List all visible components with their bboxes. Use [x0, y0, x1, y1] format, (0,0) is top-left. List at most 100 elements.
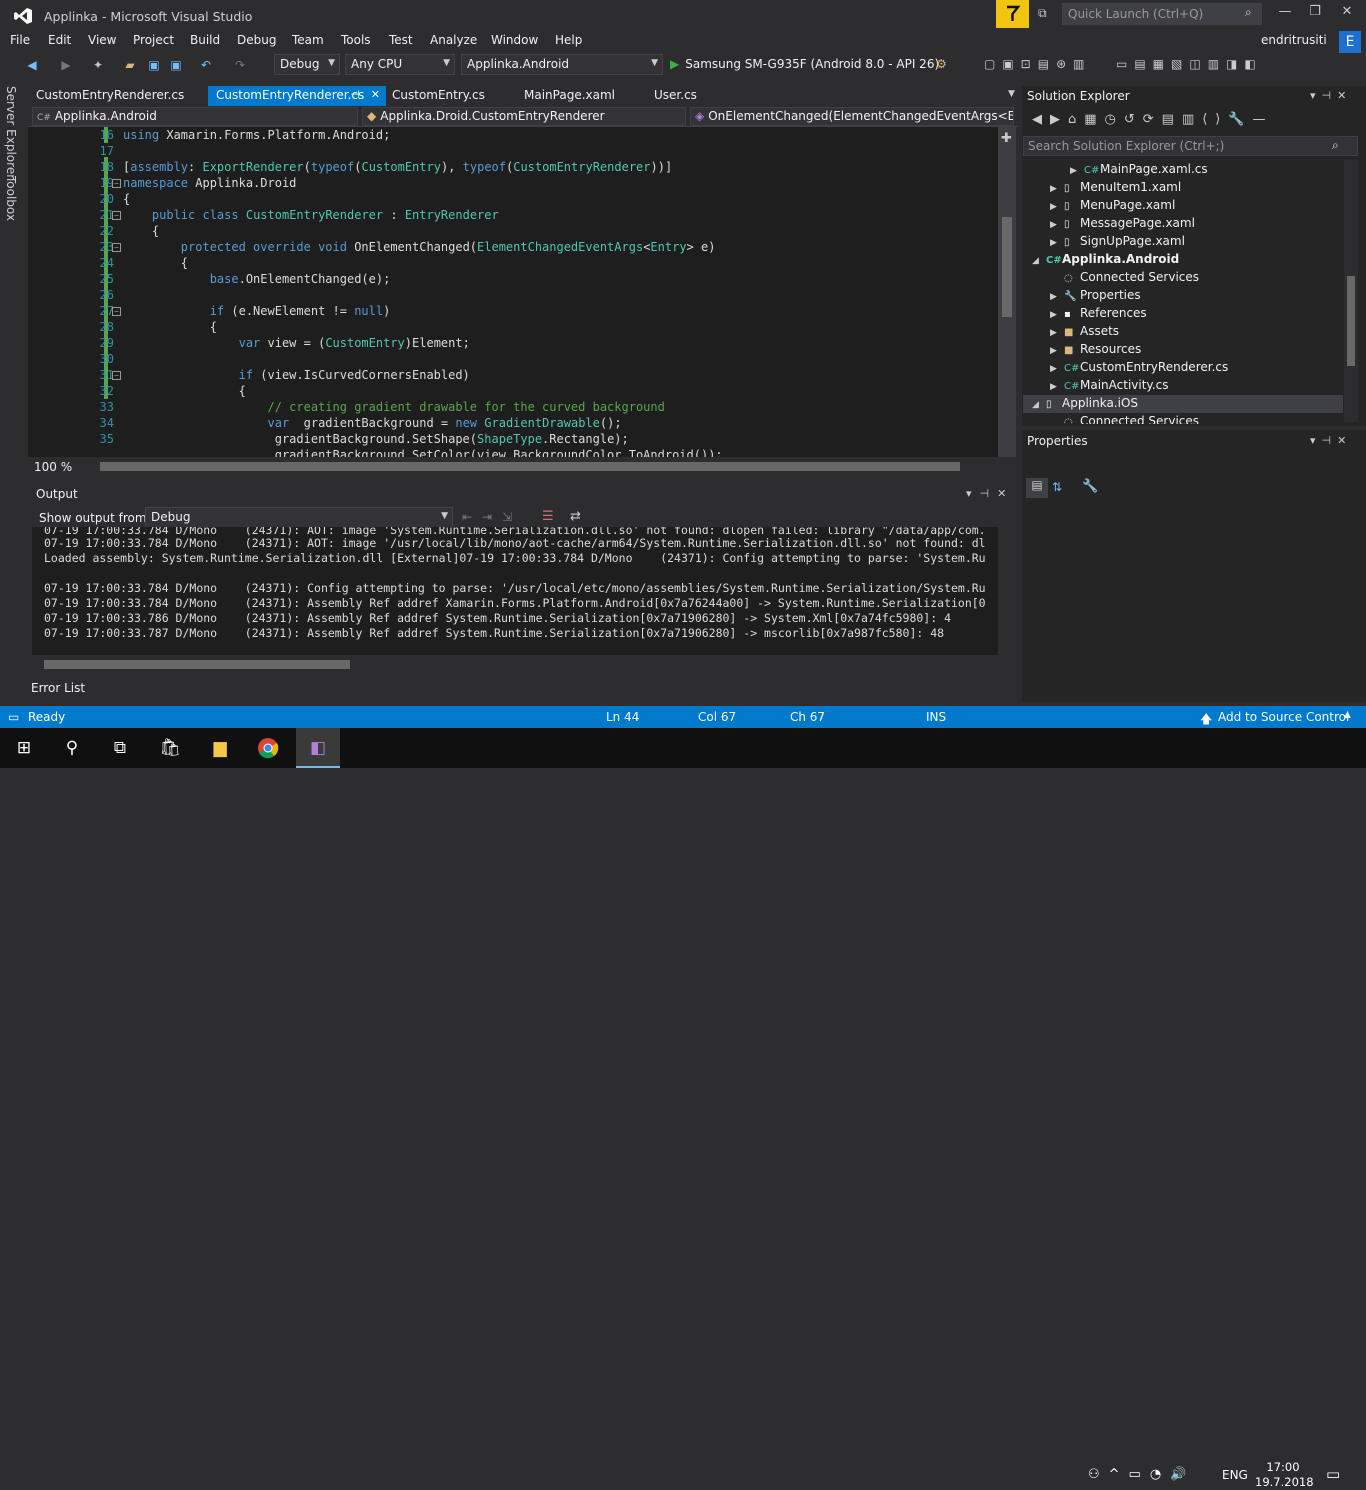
tree-item[interactable]: ▶ ▯ MenuPage.xaml: [1050, 198, 1175, 212]
output-source-dropdown[interactable]: Debug ▼: [145, 507, 453, 528]
deploy-icon[interactable]: ⚙: [936, 57, 947, 71]
task-view-icon[interactable]: ⧉: [106, 734, 134, 762]
pin-icon[interactable]: ⊣: [350, 88, 360, 101]
fold-toggle-icon[interactable]: −: [112, 179, 121, 188]
maximize-button[interactable]: ❐: [1300, 4, 1330, 24]
back-icon[interactable]: ◀: [24, 57, 40, 73]
search-icon[interactable]: ⚲: [58, 734, 86, 762]
tree-item[interactable]: ◌ Connected Services: [1050, 414, 1199, 424]
output-horizontal-scrollbar[interactable]: [44, 660, 350, 669]
expand-arrow-icon[interactable]: ▶: [1050, 364, 1064, 374]
expand-arrow-icon[interactable]: ▶: [1050, 292, 1064, 302]
categorized-icon[interactable]: ▤: [1026, 478, 1048, 498]
device-toolbar-icons[interactable]: ▢▣⊡▤⊛▥: [984, 57, 1091, 71]
tree-item-project[interactable]: ◢ C#Applinka.Android: [1032, 252, 1179, 266]
tab-customentryrenderer-preview[interactable]: CustomEntryRenderer.cs: [28, 86, 192, 106]
expand-arrow-icon[interactable]: ▶: [1050, 238, 1064, 248]
tree-item[interactable]: ▶ C#MainActivity.cs: [1050, 378, 1168, 392]
property-pages-icon[interactable]: 🔧: [1082, 479, 1098, 494]
platform-dropdown[interactable]: Any CPU ▼: [345, 54, 455, 75]
collapse-arrow-icon[interactable]: ◢: [1032, 256, 1046, 266]
open-file-icon[interactable]: ▰: [122, 57, 138, 73]
fold-toggle-icon[interactable]: −: [112, 307, 121, 316]
undo-icon[interactable]: ↶: [198, 57, 214, 73]
tree-item[interactable]: ▶ ▯ MessagePage.xaml: [1050, 216, 1195, 230]
tab-overflow-icon[interactable]: ▼: [1008, 89, 1015, 99]
editor-vertical-scrollbar[interactable]: ✚: [998, 127, 1016, 457]
menu-analyze[interactable]: Analyze: [430, 33, 477, 47]
member-nav-dropdown[interactable]: ◈ OnElementChanged(ElementChangedEventArg…: [690, 107, 1014, 126]
expand-arrow-icon[interactable]: ▶: [1050, 310, 1064, 320]
expand-arrow-icon[interactable]: ▶: [1050, 184, 1064, 194]
expand-arrow-icon[interactable]: ▶: [1070, 166, 1084, 176]
scroll-thumb[interactable]: [1002, 217, 1012, 317]
code-editor[interactable]: 16 using Xamarin.Forms.Platform.Android;…: [28, 127, 998, 457]
action-center-icon[interactable]: ▭: [1326, 1465, 1340, 1483]
tray-icons[interactable]: ⚇^▭◔🔊: [1088, 1467, 1195, 1482]
tree-item[interactable]: ▶ ▪ References: [1050, 306, 1147, 320]
forward-icon[interactable]: ▶: [58, 57, 74, 73]
scroll-thumb[interactable]: [1347, 276, 1355, 366]
file-explorer-icon[interactable]: ▆: [206, 734, 234, 762]
menu-test[interactable]: Test: [389, 33, 413, 47]
search-icon[interactable]: ⌕: [1245, 5, 1252, 20]
class-nav-dropdown[interactable]: ◆ Applinka.Droid.CustomEntryRenderer: [362, 107, 686, 126]
language-indicator[interactable]: ENG: [1222, 1468, 1248, 1482]
split-editor-icon[interactable]: ✚: [1001, 131, 1013, 146]
windows-start-icon[interactable]: ⊞: [10, 734, 38, 762]
tree-item[interactable]: ▶ ▯ MenuItem1.xaml: [1050, 180, 1181, 194]
clear-all-icon[interactable]: ☰: [542, 509, 554, 524]
collapse-arrow-icon[interactable]: ◢: [1032, 400, 1046, 410]
tree-item[interactable]: ▶ C#MainPage.xaml.cs: [1070, 162, 1208, 176]
tab-user[interactable]: User.cs: [646, 86, 705, 106]
user-name[interactable]: endritrusiti: [1261, 33, 1327, 47]
tree-item[interactable]: ▶ 🔧 Properties: [1050, 288, 1141, 302]
menu-help[interactable]: Help: [555, 33, 582, 47]
expand-arrow-icon[interactable]: ▶: [1050, 202, 1064, 212]
configuration-dropdown[interactable]: Debug ▼: [274, 54, 340, 75]
menu-team[interactable]: Team: [292, 33, 324, 47]
store-icon[interactable]: 🛍: [156, 734, 184, 762]
tree-item[interactable]: ◌ Connected Services: [1050, 270, 1199, 284]
expand-arrow-icon[interactable]: ▶: [1050, 220, 1064, 230]
add-to-source-control-button[interactable]: Add to Source Control: [1218, 710, 1349, 724]
menu-project[interactable]: Project: [133, 33, 174, 47]
redo-icon[interactable]: ↷: [232, 57, 248, 73]
menu-build[interactable]: Build: [190, 33, 220, 47]
quick-launch-input[interactable]: Quick Launch (Ctrl+Q): [1062, 3, 1262, 25]
tree-item-project[interactable]: ◢ ▯ Applinka.iOS: [1032, 396, 1138, 410]
error-list-tab[interactable]: Error List: [31, 681, 85, 695]
notification-flag-icon[interactable]: [996, 0, 1029, 28]
editor-horizontal-scrollbar[interactable]: [100, 462, 960, 471]
fold-toggle-icon[interactable]: −: [112, 371, 121, 380]
solution-search-input[interactable]: Search Solution Explorer (Ctrl+;): [1023, 136, 1358, 156]
menu-edit[interactable]: Edit: [48, 33, 71, 47]
panel-window-controls[interactable]: ▾⊣✕: [1310, 89, 1352, 102]
layout-toolbar-icons[interactable]: ▭▤▦▧◫▥◨◧: [1116, 57, 1263, 71]
solution-vertical-scrollbar[interactable]: [1344, 160, 1358, 422]
feedback-icon[interactable]: ⧉: [1038, 6, 1047, 21]
search-icon[interactable]: ⌕: [1332, 138, 1339, 153]
chrome-icon[interactable]: [254, 734, 282, 762]
chevron-up-icon[interactable]: ▲: [1344, 710, 1351, 720]
minimize-button[interactable]: —: [1270, 4, 1300, 24]
status-insert-mode[interactable]: INS: [926, 710, 946, 724]
expand-arrow-icon[interactable]: ▶: [1050, 328, 1064, 338]
menu-view[interactable]: View: [88, 33, 116, 47]
save-all-icon[interactable]: ▣: [168, 57, 184, 73]
visual-studio-taskbar-icon[interactable]: ◧: [296, 728, 340, 768]
panel-window-controls[interactable]: ▾⊣✕: [966, 487, 1014, 500]
tab-mainpage[interactable]: MainPage.xaml: [516, 86, 623, 106]
zoom-level-dropdown[interactable]: 100 %: [34, 460, 72, 474]
clock[interactable]: 17:00 19.7.2018: [1255, 1460, 1314, 1490]
tree-item[interactable]: ▶ ■ Assets: [1050, 324, 1119, 338]
close-icon[interactable]: ✕: [371, 88, 380, 101]
toolbox-tab[interactable]: Toolbox: [4, 176, 18, 221]
save-icon[interactable]: ▣: [146, 57, 162, 73]
project-nav-dropdown[interactable]: C# Applinka.Android: [32, 107, 358, 126]
menu-window[interactable]: Window: [491, 33, 538, 47]
tab-customentry[interactable]: CustomEntry.cs: [384, 86, 493, 106]
menu-tools[interactable]: Tools: [341, 33, 371, 47]
panel-window-controls[interactable]: ▾⊣✕: [1310, 434, 1352, 447]
tab-customentryrenderer-active[interactable]: CustomEntryRenderer.cs ⊣ ✕: [208, 86, 386, 106]
